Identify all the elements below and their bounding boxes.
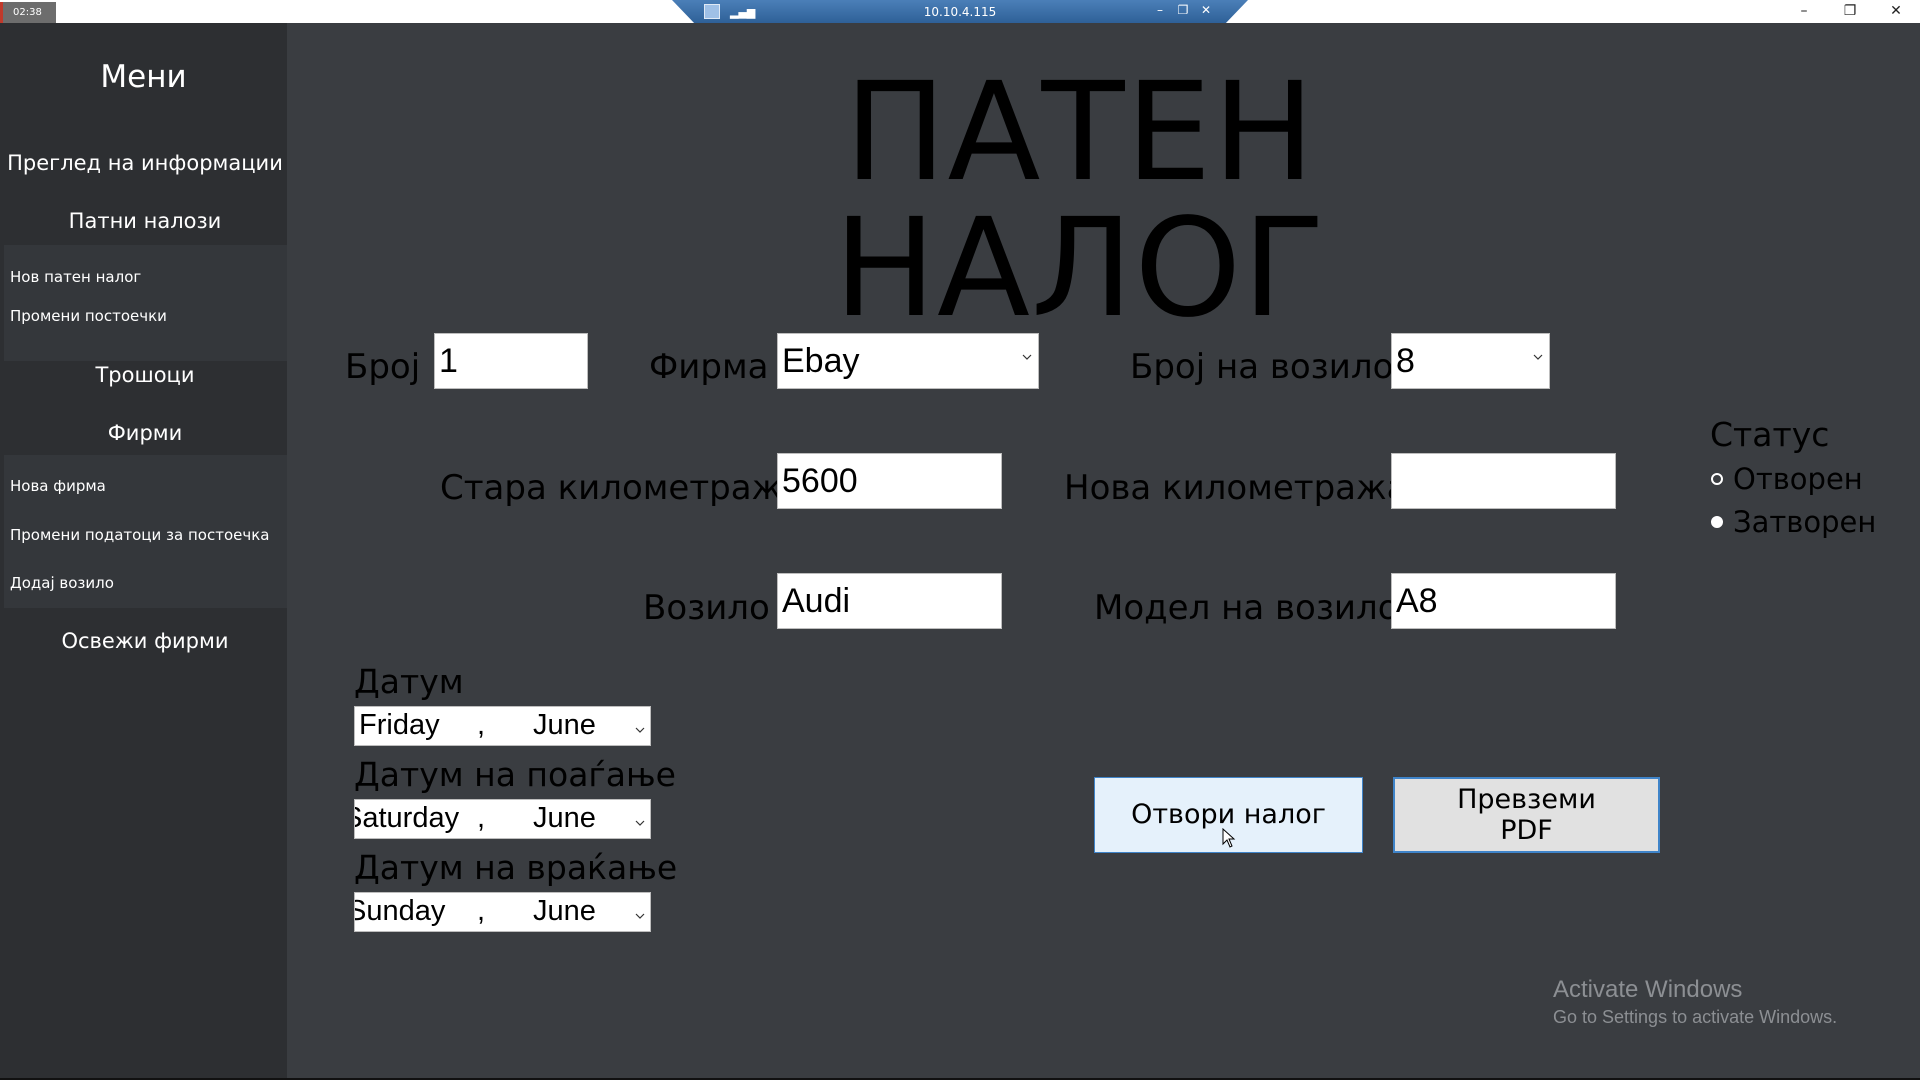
- return-date-picker[interactable]: Sunday , June: [354, 892, 651, 932]
- sidebar-item-new-trip-order[interactable]: Нов патен налог: [10, 268, 141, 286]
- number-field[interactable]: 1: [434, 333, 588, 389]
- sidebar-item-costs[interactable]: Трошоци: [0, 363, 290, 387]
- window-title-bar: 02:38 ▂▄▆ 10.10.4.115 – ❐ ✕ – ❐ ✕: [0, 0, 1920, 24]
- signal-icon: ▂▄▆: [730, 6, 756, 19]
- sidebar-item-view-info[interactable]: Преглед на информации: [0, 151, 290, 175]
- chevron-down-icon[interactable]: [635, 815, 645, 826]
- date-picker[interactable]: Friday , June: [354, 706, 651, 746]
- page-title: ПАТЕН НАЛОГ: [833, 54, 1327, 348]
- sidebar-title: Мени: [100, 59, 187, 95]
- new-mileage-field[interactable]: [1391, 453, 1616, 509]
- date-day: Friday: [359, 709, 440, 741]
- clock-badge: 02:38: [0, 2, 56, 24]
- departure-date-label: Датум на поаѓање: [354, 755, 676, 794]
- sidebar-item-add-vehicle[interactable]: Додај возило: [10, 574, 114, 592]
- sidebar-item-refresh-companies[interactable]: Освежи фирми: [0, 629, 290, 653]
- pin-icon[interactable]: [704, 4, 720, 19]
- companies-submenu: Нова фирма Промени податоци за постоечка…: [4, 455, 287, 608]
- departure-date-month: June: [533, 802, 596, 834]
- vehicle-number-label: Број на возило: [1130, 347, 1394, 387]
- vehicle-number-combobox[interactable]: 8: [1391, 333, 1550, 389]
- download-pdf-button[interactable]: Превземи PDF: [1393, 777, 1660, 853]
- sidebar-item-new-company[interactable]: Нова фирма: [10, 477, 106, 495]
- return-date-day: Sunday: [354, 895, 446, 927]
- activate-windows-title: Activate Windows: [1553, 976, 1743, 1003]
- status-option-open-label: Отворен: [1733, 462, 1863, 496]
- status-option-closed-label: Затворен: [1733, 505, 1877, 539]
- old-mileage-label: Стара километража: [440, 468, 804, 508]
- vehicle-field[interactable]: Audi: [777, 573, 1002, 629]
- sidebar-item-trip-orders[interactable]: Патни налози: [0, 209, 290, 233]
- vehicle-model-field[interactable]: A8: [1391, 573, 1616, 629]
- date-separator: ,: [477, 709, 486, 741]
- chevron-down-icon[interactable]: [635, 908, 645, 919]
- vehicle-number-combobox-value: 8: [1396, 342, 1415, 380]
- date-label: Датум: [354, 662, 464, 701]
- new-mileage-label: Нова километража: [1064, 468, 1408, 508]
- departure-date-separator: ,: [477, 802, 486, 834]
- vehicle-label: Возило: [643, 588, 770, 628]
- return-date-label: Датум на враќање: [354, 848, 678, 887]
- chevron-down-icon[interactable]: [1533, 352, 1543, 362]
- trip-orders-submenu: Нов патен налог Промени постоечки: [4, 245, 287, 361]
- radio-checked-icon[interactable]: [1711, 516, 1723, 528]
- departure-date-picker[interactable]: Saturday , June: [354, 799, 651, 839]
- activate-windows-subtitle: Go to Settings to activate Windows.: [1553, 1007, 1838, 1027]
- vehicle-model-label: Модел на возило: [1094, 588, 1399, 628]
- rdp-close-icon[interactable]: ✕: [1198, 3, 1214, 17]
- company-combobox-value: Ebay: [782, 342, 860, 380]
- status-option-open[interactable]: Отворен: [1711, 462, 1863, 496]
- chevron-down-icon[interactable]: [1022, 352, 1032, 362]
- mouse-cursor-icon: [1222, 828, 1236, 848]
- company-label: Фирма: [649, 347, 769, 387]
- close-icon[interactable]: ✕: [1873, 0, 1919, 22]
- sidebar: Мени Преглед на информации Патни налози …: [0, 23, 287, 1078]
- return-date-separator: ,: [477, 895, 486, 927]
- sidebar-item-change-company-data[interactable]: Промени податоци за постоечка: [10, 526, 269, 544]
- company-combobox[interactable]: Ebay: [777, 333, 1039, 389]
- old-mileage-field[interactable]: 5600: [777, 453, 1002, 509]
- rdp-minimize-icon[interactable]: –: [1152, 3, 1168, 17]
- chevron-down-icon[interactable]: [635, 722, 645, 733]
- number-label: Број: [345, 347, 421, 387]
- app-window: Мени Преглед на информации Патни налози …: [0, 23, 1920, 1078]
- remote-host-label: 10.10.4.115: [923, 5, 997, 19]
- sidebar-item-change-existing[interactable]: Промени постоечки: [10, 307, 167, 325]
- sidebar-item-companies[interactable]: Фирми: [0, 421, 290, 445]
- date-month: June: [533, 709, 596, 741]
- radio-unchecked-icon[interactable]: [1711, 473, 1723, 485]
- return-date-month: June: [533, 895, 596, 927]
- minimize-icon[interactable]: –: [1781, 0, 1827, 22]
- rdp-restore-icon[interactable]: ❐: [1175, 3, 1191, 17]
- status-title: Статус: [1710, 415, 1830, 454]
- restore-icon[interactable]: ❐: [1827, 0, 1873, 22]
- departure-date-day: Saturday: [354, 802, 460, 834]
- status-option-closed[interactable]: Затворен: [1711, 505, 1876, 539]
